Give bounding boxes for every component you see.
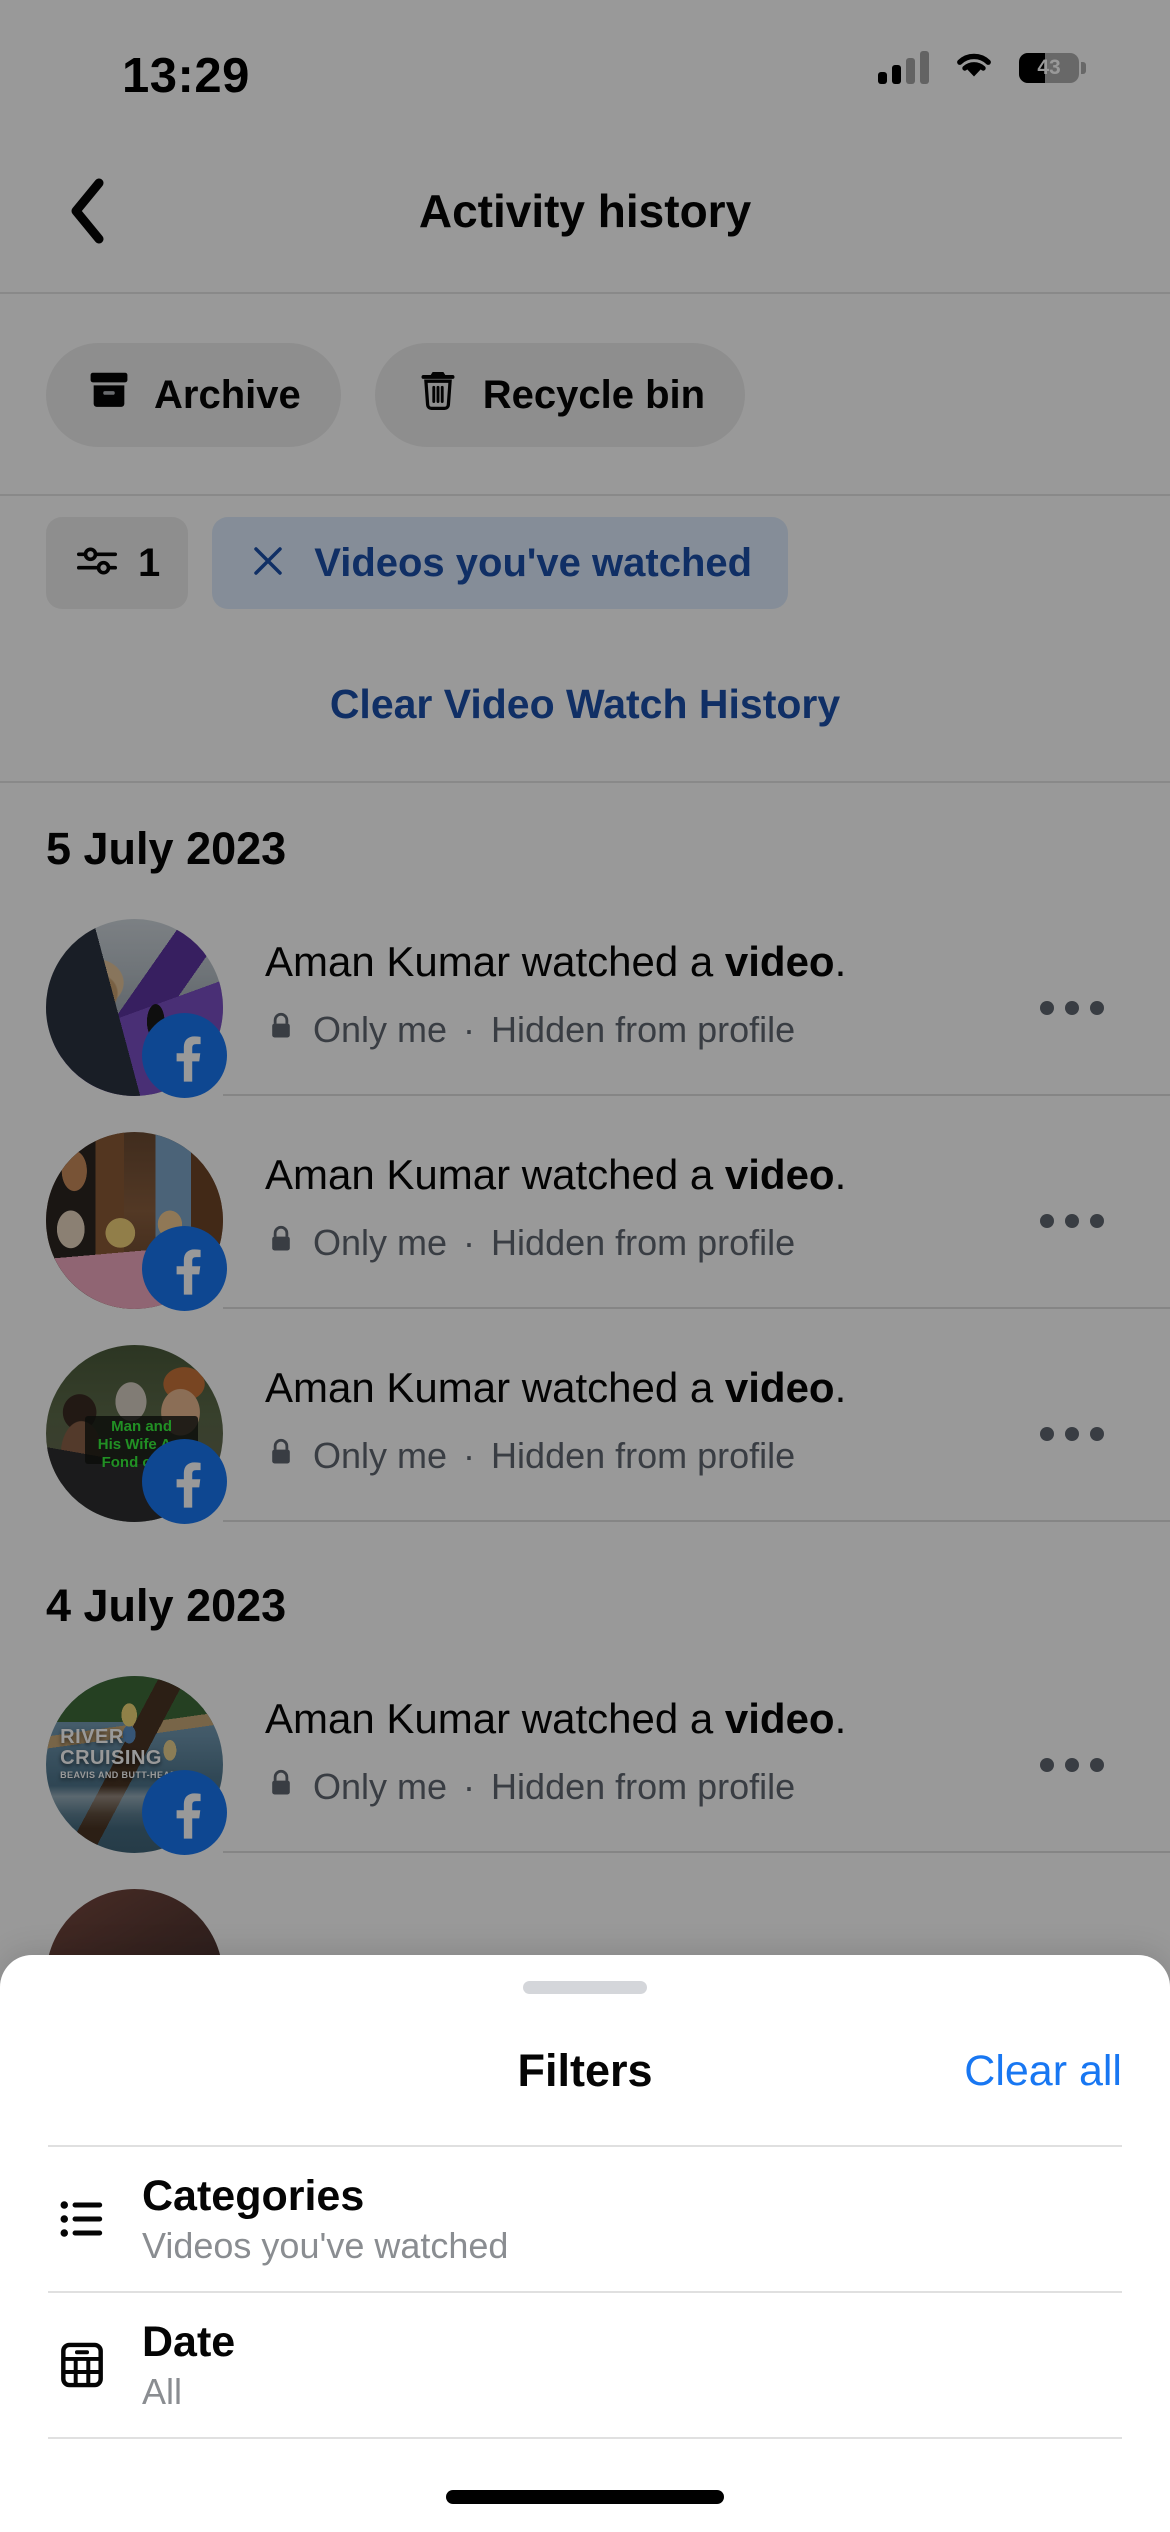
battery-icon: 43: [1019, 53, 1079, 83]
lock-icon: [265, 1222, 297, 1264]
activity-row[interactable]: Man and His Wife Are Fond of Me Aman Kum…: [0, 1327, 1170, 1540]
activity-row[interactable]: RIVER CRUISING BEAVIS AND BUTT-HEAD Aman…: [0, 1658, 1170, 1871]
activity-privacy-label: Only me: [313, 1008, 448, 1050]
activity-object: video: [724, 938, 835, 986]
activity-text-suffix: .: [834, 1364, 847, 1412]
date-group-header: 5 July 2023: [46, 823, 287, 874]
facebook-icon: [142, 1439, 227, 1524]
activity-visibility-label: Hidden from profile: [491, 1221, 796, 1263]
facebook-icon: [142, 1013, 227, 1098]
ellipsis-horizontal-icon[interactable]: [1020, 1194, 1124, 1248]
bullet-list-icon: [36, 2191, 128, 2247]
wifi-icon: [953, 50, 995, 86]
sheet-grabber-handle[interactable]: [523, 1981, 647, 1994]
close-x-icon[interactable]: [248, 541, 288, 586]
clear-history-row: Clear Video Watch History: [0, 628, 1170, 783]
activity-description: Aman Kumar watched a video.: [265, 936, 1060, 989]
activity-feed: 5 July 2023 Aman Kumar watched a video.: [0, 783, 1170, 2084]
filter-item-label: Date: [142, 2317, 236, 2366]
battery-terminal-icon: [1081, 62, 1086, 74]
page-title: Activity history: [418, 185, 752, 237]
meta-separator: ·: [463, 1221, 476, 1263]
date-group-header: 4 July 2023: [46, 1580, 287, 1631]
navigation-header: Activity history: [0, 130, 1170, 294]
quick-actions-bar: Archive Recycle bin: [0, 296, 1170, 496]
recycle-bin-button[interactable]: Recycle bin: [374, 343, 746, 447]
filter-count-badge: 1: [138, 540, 161, 585]
activity-meta: Only me · Hidden from profile: [265, 1435, 1060, 1477]
battery-percent-label: 43: [1037, 56, 1061, 79]
activity-text-suffix: .: [834, 938, 847, 986]
activity-text-suffix: .: [834, 1695, 847, 1743]
filter-chips-row: 1 Videos you've watched: [0, 498, 1170, 628]
activity-description: Aman Kumar watched a video.: [265, 1693, 1060, 1746]
active-filter-chip-label: Videos you've watched: [314, 540, 753, 585]
activity-text-suffix: .: [834, 1151, 847, 1199]
clear-video-watch-history-link[interactable]: Clear Video Watch History: [330, 681, 840, 728]
open-filters-button[interactable]: 1: [46, 517, 189, 609]
activity-privacy-label: Only me: [313, 1434, 448, 1476]
avatar[interactable]: [46, 919, 227, 1098]
facebook-icon: [142, 1226, 227, 1311]
activity-privacy-label: Only me: [313, 1221, 448, 1263]
filter-item-text: Categories Videos you've watched: [128, 2171, 509, 2266]
sheet-header: Filters Clear all: [0, 2011, 1170, 2131]
activity-privacy-label: Only me: [313, 1765, 448, 1807]
activity-row[interactable]: Aman Kumar watched a video. Only me · Hi…: [0, 1114, 1170, 1327]
recycle-bin-button-label: Recycle bin: [482, 372, 706, 417]
thumbnail-caption-line2: CRUISING: [60, 1746, 162, 1769]
divider: [48, 2437, 1122, 2439]
ellipsis-horizontal-icon[interactable]: [1020, 1407, 1124, 1461]
lock-icon: [265, 1009, 297, 1051]
calendar-grid-icon: [36, 2337, 128, 2393]
activity-visibility-label: Hidden from profile: [491, 1765, 796, 1807]
archive-box-icon: [86, 367, 132, 423]
activity-visibility-label: Hidden from profile: [491, 1008, 796, 1050]
clear-all-button[interactable]: Clear all: [964, 2011, 1122, 2131]
avatar[interactable]: [46, 1132, 227, 1311]
thumbnail-caption-line1: RIVER: [60, 1725, 124, 1748]
activity-description: Aman Kumar watched a video.: [265, 1149, 1060, 1202]
activity-text-prefix: Aman Kumar watched a: [265, 1151, 725, 1199]
meta-separator: ·: [463, 1008, 476, 1050]
filter-item-value: All: [142, 2370, 183, 2412]
activity-description: Aman Kumar watched a video.: [265, 1362, 1060, 1415]
activity-visibility-label: Hidden from profile: [491, 1434, 796, 1476]
archive-button-label: Archive: [154, 372, 301, 417]
cellular-signal-icon: [878, 51, 929, 84]
trash-icon: [415, 367, 461, 423]
activity-meta: Only me · Hidden from profile: [265, 1766, 1060, 1808]
sliders-filter-icon: [74, 538, 120, 589]
avatar[interactable]: RIVER CRUISING BEAVIS AND BUTT-HEAD: [46, 1676, 227, 1855]
activity-text-prefix: Aman Kumar watched a: [265, 938, 725, 986]
active-filter-chip-videos-watched[interactable]: Videos you've watched: [212, 517, 789, 609]
lock-icon: [265, 1766, 297, 1808]
filters-bottom-sheet: Filters Clear all Categories Videos you'…: [0, 1955, 1170, 2532]
ellipsis-horizontal-icon[interactable]: [1020, 1738, 1124, 1792]
filter-item-text: Date All: [128, 2317, 236, 2412]
activity-object: video: [724, 1695, 835, 1743]
status-bar: 13:29 43: [0, 0, 1170, 130]
meta-separator: ·: [463, 1765, 476, 1807]
activity-row[interactable]: Aman Kumar watched a video. Only me · Hi…: [0, 901, 1170, 1114]
meta-separator: ·: [463, 1434, 476, 1476]
activity-object: video: [724, 1364, 835, 1412]
activity-object: video: [724, 1151, 835, 1199]
filter-item-categories[interactable]: Categories Videos you've watched: [0, 2147, 1170, 2291]
activity-meta: Only me · Hidden from profile: [265, 1009, 1060, 1051]
activity-text-prefix: Aman Kumar watched a: [265, 1695, 725, 1743]
home-indicator[interactable]: [446, 2490, 724, 2504]
status-bar-icons: 43: [878, 48, 1086, 88]
filter-item-label: Categories: [142, 2171, 365, 2220]
avatar[interactable]: Man and His Wife Are Fond of Me: [46, 1345, 227, 1524]
status-bar-clock: 13:29: [122, 49, 250, 103]
ellipsis-horizontal-icon[interactable]: [1020, 981, 1124, 1035]
activity-meta: Only me · Hidden from profile: [265, 1222, 1060, 1264]
lock-icon: [265, 1435, 297, 1477]
facebook-icon: [142, 1770, 227, 1855]
archive-button[interactable]: Archive: [46, 343, 341, 447]
filter-item-value: Videos you've watched: [142, 2224, 509, 2266]
filter-item-date[interactable]: Date All: [0, 2293, 1170, 2437]
activity-text-prefix: Aman Kumar watched a: [265, 1364, 725, 1412]
